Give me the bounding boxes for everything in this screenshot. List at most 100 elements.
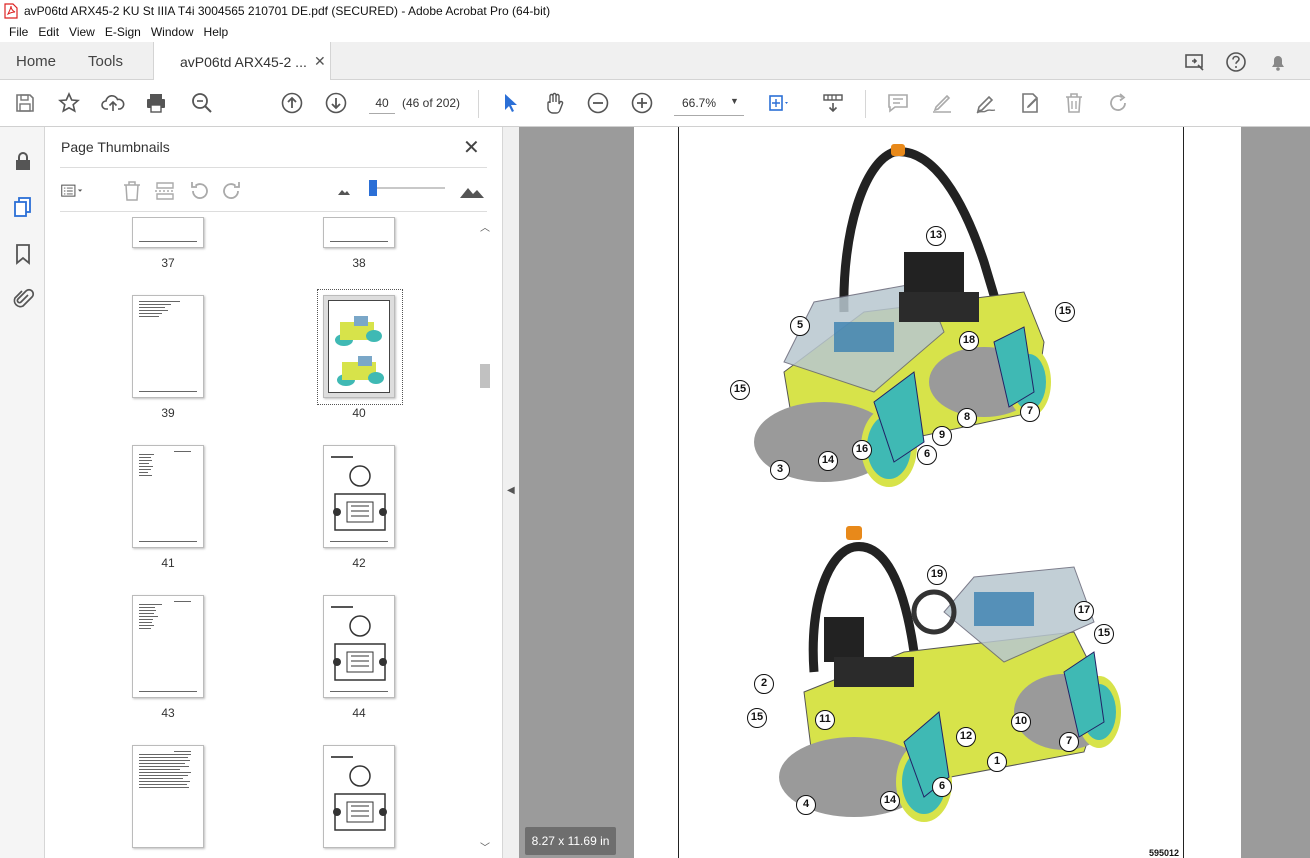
thumbnail-page-45[interactable] [132,745,204,848]
thumbnail-diagram-image [331,756,387,831]
share-screen-icon[interactable] [1184,51,1206,73]
callout-label: 4 [796,795,816,815]
tab-close-button[interactable]: ✕ [314,53,326,70]
callout-label: 13 [926,226,946,246]
callout-label: 14 [880,791,900,811]
callout-label: 7 [1020,402,1040,422]
callout-label: 15 [747,708,767,728]
rotate-clockwise-icon[interactable] [221,180,243,202]
panel-divider [60,211,487,212]
thumbnail-options-icon[interactable] [61,180,83,202]
menu-help[interactable]: Help [199,25,234,39]
thumbnail-page-40[interactable] [323,295,395,398]
menu-edit[interactable]: Edit [33,25,64,39]
extract-pages-icon[interactable] [154,180,176,202]
thumbnail-label: 38 [352,256,366,270]
panel-splitter[interactable]: ◀ [502,127,519,858]
thumbnail-page-43[interactable] [132,595,204,698]
document-view[interactable]: 13 5 15 18 15 7 8 9 16 6 14 3 19 17 15 2… [519,127,1310,858]
tab-tools[interactable]: Tools [88,53,123,70]
callout-label: 5 [790,316,810,336]
thumbnail-page-41[interactable] [132,445,204,548]
menu-bar: File Edit View E-Sign Window Help [0,22,1310,42]
thumbnail-scrollbar[interactable]: ︿ ﹀ [478,217,492,858]
page-thumbnails-icon[interactable] [11,195,35,219]
next-page-icon[interactable] [324,91,348,115]
zoom-dropdown[interactable]: 66.7% ▼ [674,92,744,116]
thumbnail-page-39[interactable] [132,295,204,398]
chevron-down-icon: ▼ [730,96,739,106]
thumbnail-label: 41 [161,556,175,570]
thumbnail-page-37[interactable] [132,217,204,248]
thumbnail-size-slider-track[interactable] [375,187,445,189]
previous-page-icon[interactable] [280,91,304,115]
zoom-in-icon[interactable] [630,91,654,115]
callout-label: 15 [1094,624,1114,644]
page-fit-icon[interactable] [765,91,789,115]
thumbnail-label: 44 [352,706,366,720]
highlight-pen-icon[interactable] [930,91,954,115]
callout-label: 15 [1055,302,1075,322]
pdf-page: 13 5 15 18 15 7 8 9 16 6 14 3 19 17 15 2… [634,127,1241,858]
scroll-up-arrow-icon[interactable]: ︿ [480,219,490,234]
save-icon[interactable] [13,91,37,115]
tab-home[interactable]: Home [16,53,56,70]
toolbar-separator [478,90,479,118]
callout-label: 3 [770,460,790,480]
scrolling-mode-icon[interactable] [821,91,845,115]
toolbar-separator [865,90,866,118]
edit-pdf-icon[interactable] [1018,91,1042,115]
roller-illustration-top [754,144,1051,487]
menu-window[interactable]: Window [146,25,199,39]
upload-cloud-icon[interactable] [101,91,125,115]
thumbnail-page-46[interactable] [323,745,395,848]
callout-label: 19 [927,565,947,585]
callout-label: 10 [1011,712,1031,732]
panel-close-button[interactable]: ✕ [463,135,480,160]
thumbnail-page-44[interactable] [323,595,395,698]
scrollbar-thumb[interactable] [480,364,490,388]
bookmark-icon[interactable] [11,242,35,266]
large-thumbnail-mountain-icon[interactable] [459,180,485,202]
thumbnail-size-slider-thumb[interactable] [369,180,377,196]
menu-file[interactable]: File [4,25,33,39]
thumbnail-label: 40 [352,406,366,420]
page-count-label: (46 of 202) [402,96,461,110]
scroll-down-arrow-icon[interactable]: ﹀ [480,839,490,854]
page-thumbnails-panel: Page Thumbnails ✕ 37 38 39 40 41 42 43 4… [45,127,502,858]
hand-tool-icon[interactable] [542,91,566,115]
select-cursor-icon[interactable] [498,91,522,115]
document-margin [1241,127,1310,858]
figure-code: 595012 [1149,848,1180,858]
tab-document[interactable]: avP06td ARX45-2 ... ✕ [153,42,331,81]
page-size-badge: 8.27 x 11.69 in [525,827,616,855]
draw-pen-icon[interactable] [974,91,998,115]
lock-icon[interactable] [11,149,35,173]
zoom-out-icon[interactable] [586,91,610,115]
thumbnail-page-42[interactable] [323,445,395,548]
main-toolbar: (46 of 202) 66.7% ▼ [0,80,1310,127]
callout-label: 15 [730,380,750,400]
zoom-search-icon[interactable] [190,91,214,115]
delete-page-icon[interactable] [121,180,143,202]
attachment-paperclip-icon[interactable] [11,287,35,311]
print-icon[interactable] [144,91,168,115]
panel-toolbar [45,171,502,209]
delete-trash-icon[interactable] [1062,91,1086,115]
thumbnail-page-38[interactable] [323,217,395,248]
callout-label: 17 [1074,601,1094,621]
small-thumbnail-mountain-icon[interactable] [333,180,355,202]
star-bookmark-icon[interactable] [57,91,81,115]
collapse-panel-arrow-icon[interactable]: ◀ [507,485,515,496]
rotate-counterclockwise-icon[interactable] [188,180,210,202]
help-icon[interactable] [1225,51,1247,73]
window-title: avP06td ARX45-2 KU St IIIA T4i 3004565 2… [24,4,551,18]
menu-esign[interactable]: E-Sign [100,25,146,39]
comment-icon[interactable] [886,91,910,115]
thumbnail-machine-image [335,316,384,386]
redo-icon[interactable] [1106,91,1130,115]
page-number-input[interactable] [369,92,395,114]
acrobat-pdf-icon [4,3,18,19]
notifications-bell-icon[interactable] [1267,51,1289,73]
menu-view[interactable]: View [64,25,100,39]
